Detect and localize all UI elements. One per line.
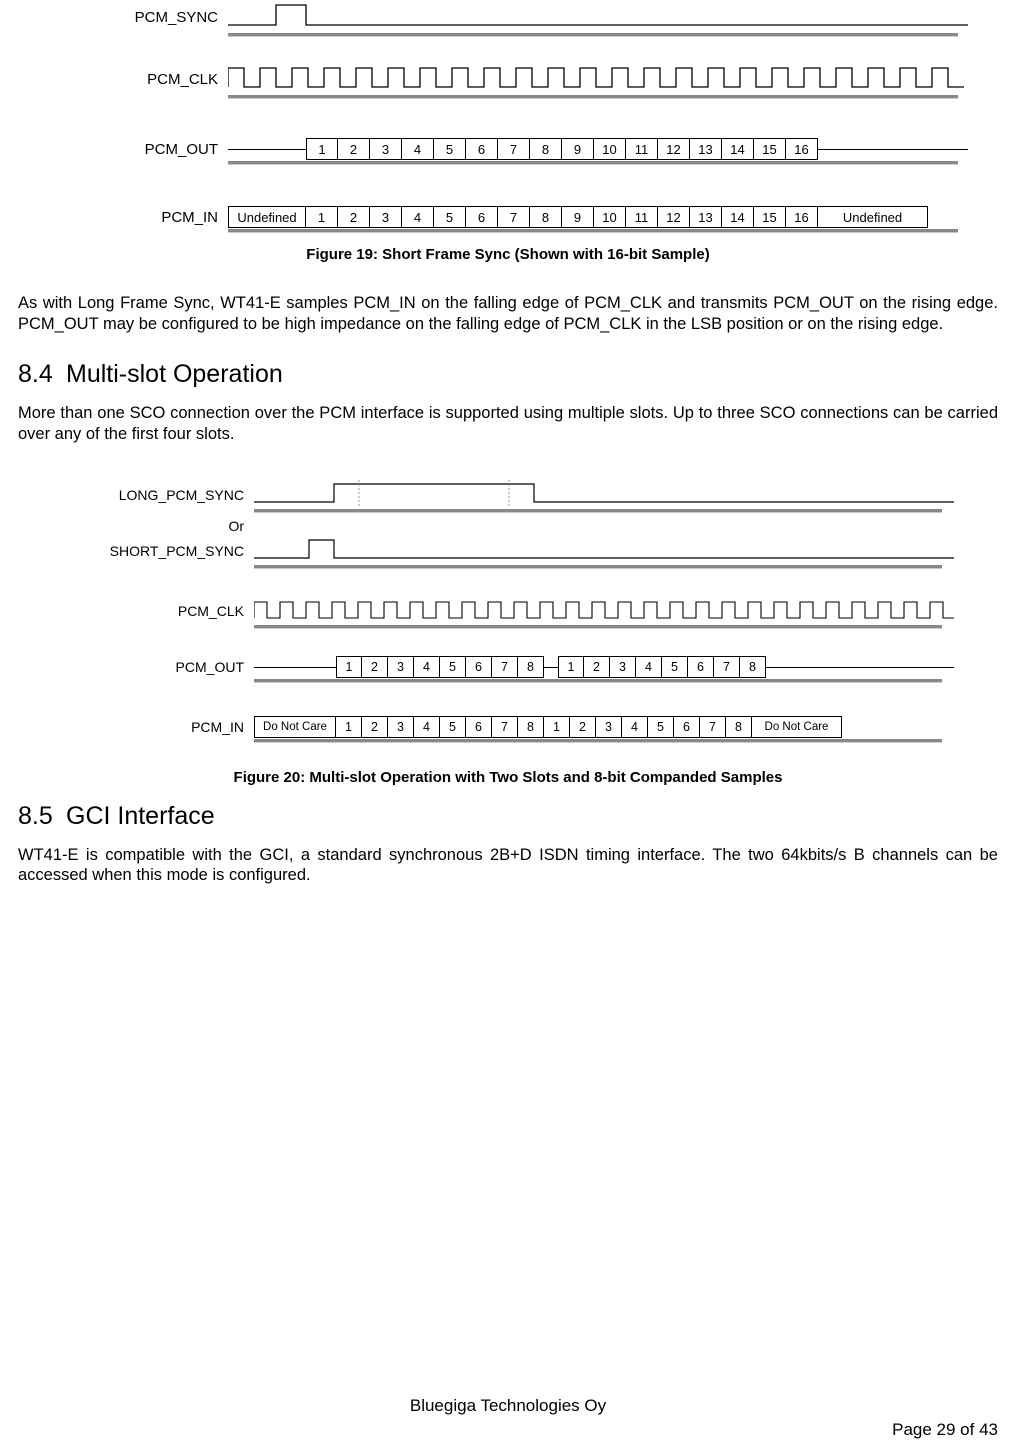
footer-company: Bluegiga Technologies Oy [0,1396,1016,1416]
fig19-label-in: PCM_IN [88,209,228,226]
fig19-in-cells: Undefined 1 2 3 4 5 6 7 8 9 10 11 12 13 … [228,206,928,228]
fig20-label-longsync: LONG_PCM_SYNC [84,487,254,503]
fig20-in-cells: Do Not Care 1 2 3 4 5 6 7 8 1 2 3 4 5 6 … [254,716,842,738]
clock-waveform-icon [228,64,968,92]
sync-pulse-icon [228,0,968,30]
paragraph-3: WT41-E is compatible with the GCI, a sta… [18,845,998,886]
paragraph-1: As with Long Frame Sync, WT41-E samples … [18,293,998,334]
fig19-label-sync: PCM_SYNC [88,9,228,26]
figure-19-diagram: PCM_SYNC PCM_CLK PCM_OUT 1 2 3 4 [88,0,958,232]
fig19-label-out: PCM_OUT [88,141,228,158]
long-sync-pulse-icon [254,480,954,506]
heading-8-5: 8.5GCI Interface [18,802,998,831]
fig20-label-in: PCM_IN [84,719,254,735]
fig20-label-clk: PCM_CLK [84,603,254,619]
figure-20-diagram: LONG_PCM_SYNC Or SHORT_PCM_SYNC PCM_CLK [83,471,943,759]
figure-19-caption: Figure 19: Short Frame Sync (Shown with … [18,246,998,263]
figure-20-caption: Figure 20: Multi-slot Operation with Two… [18,769,998,786]
fig20-label-or: Or [84,518,254,534]
fig19-out-cells: 1 2 3 4 5 6 7 8 9 10 11 12 13 14 15 16 [306,138,818,160]
short-sync-pulse-icon [254,536,954,562]
footer-page: Page 29 of 43 [892,1420,998,1440]
fig20-out-cells: 1 2 3 4 5 6 7 8 [336,656,544,678]
fig19-label-clk: PCM_CLK [88,71,228,88]
fig20-label-shortsync: SHORT_PCM_SYNC [84,543,254,559]
paragraph-2: More than one SCO connection over the PC… [18,403,998,444]
fig20-out-cells-2: 1 2 3 4 5 6 7 8 [558,656,766,678]
clock-waveform-icon [254,598,954,622]
fig20-label-out: PCM_OUT [84,659,254,675]
heading-8-4: 8.4Multi-slot Operation [18,360,998,389]
